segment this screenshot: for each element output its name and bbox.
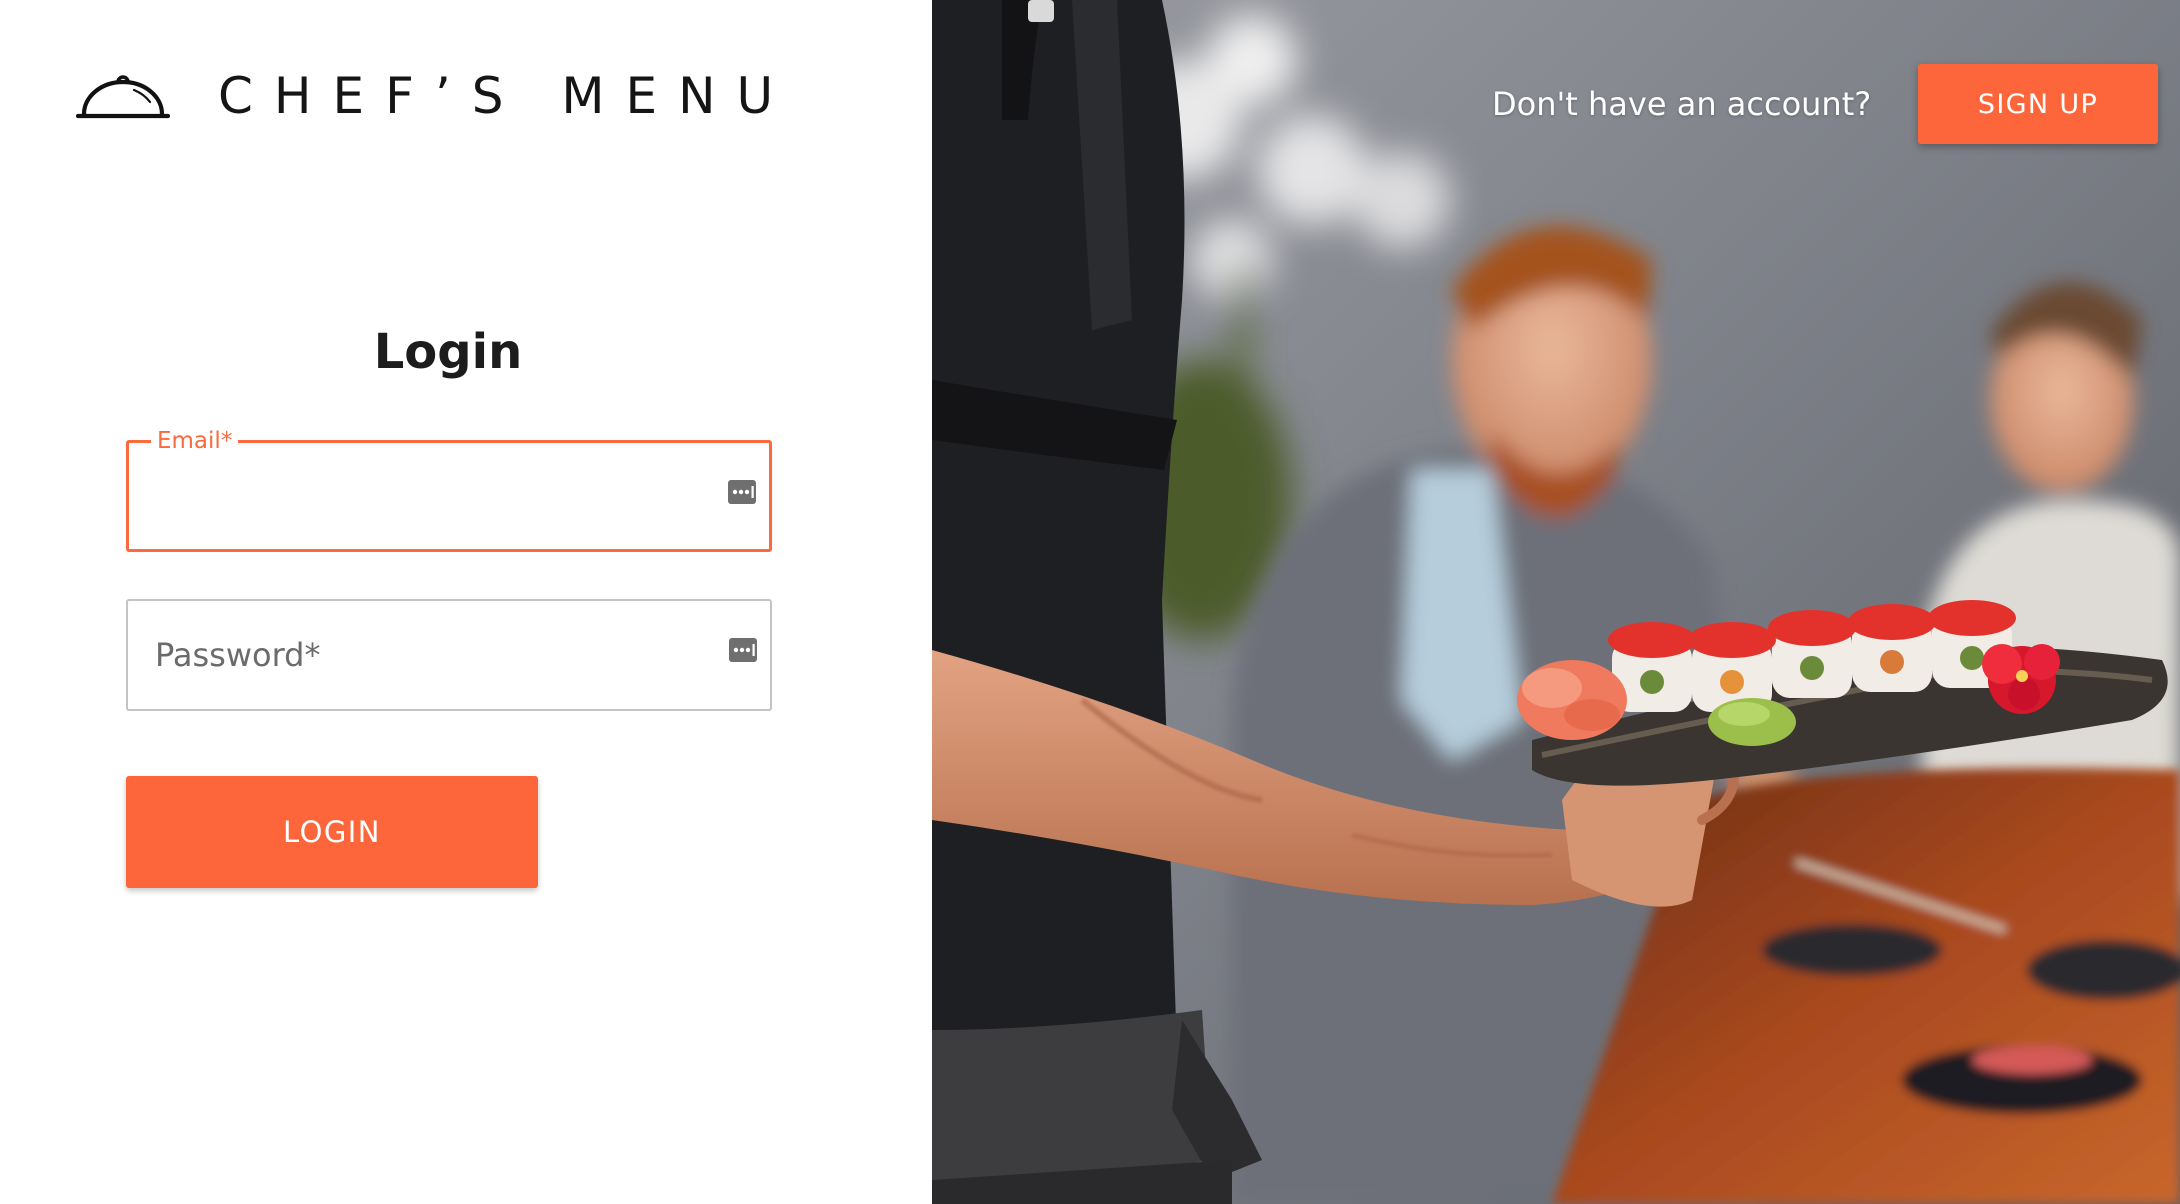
hero-image — [932, 0, 2180, 1204]
email-label: Email* — [151, 424, 239, 458]
password-manager-autofill-icon[interactable] — [727, 477, 757, 507]
brand-name: CHEF’S MENU — [218, 67, 795, 125]
password-placeholder: Password* — [155, 636, 321, 674]
email-input[interactable] — [151, 465, 671, 525]
login-panel: CHEF’S MENU Login Email* Password* LOGIN — [0, 0, 932, 1204]
brand-logo[interactable]: CHEF’S MENU — [76, 66, 794, 126]
waiter-sushi-photo — [932, 0, 2180, 1204]
password-required-marker: * — [304, 636, 321, 674]
login-button[interactable]: LOGIN — [126, 776, 538, 888]
account-prompt: Don't have an account? — [1492, 85, 1872, 123]
sign-up-button[interactable]: SIGN UP — [1918, 64, 2158, 144]
password-manager-autofill-icon[interactable] — [728, 635, 758, 665]
password-field[interactable]: Password* — [126, 599, 772, 711]
cloche-icon — [76, 75, 170, 119]
email-required-marker: * — [220, 428, 233, 454]
page-title: Login — [373, 324, 523, 380]
email-field[interactable]: Email* — [126, 424, 772, 552]
